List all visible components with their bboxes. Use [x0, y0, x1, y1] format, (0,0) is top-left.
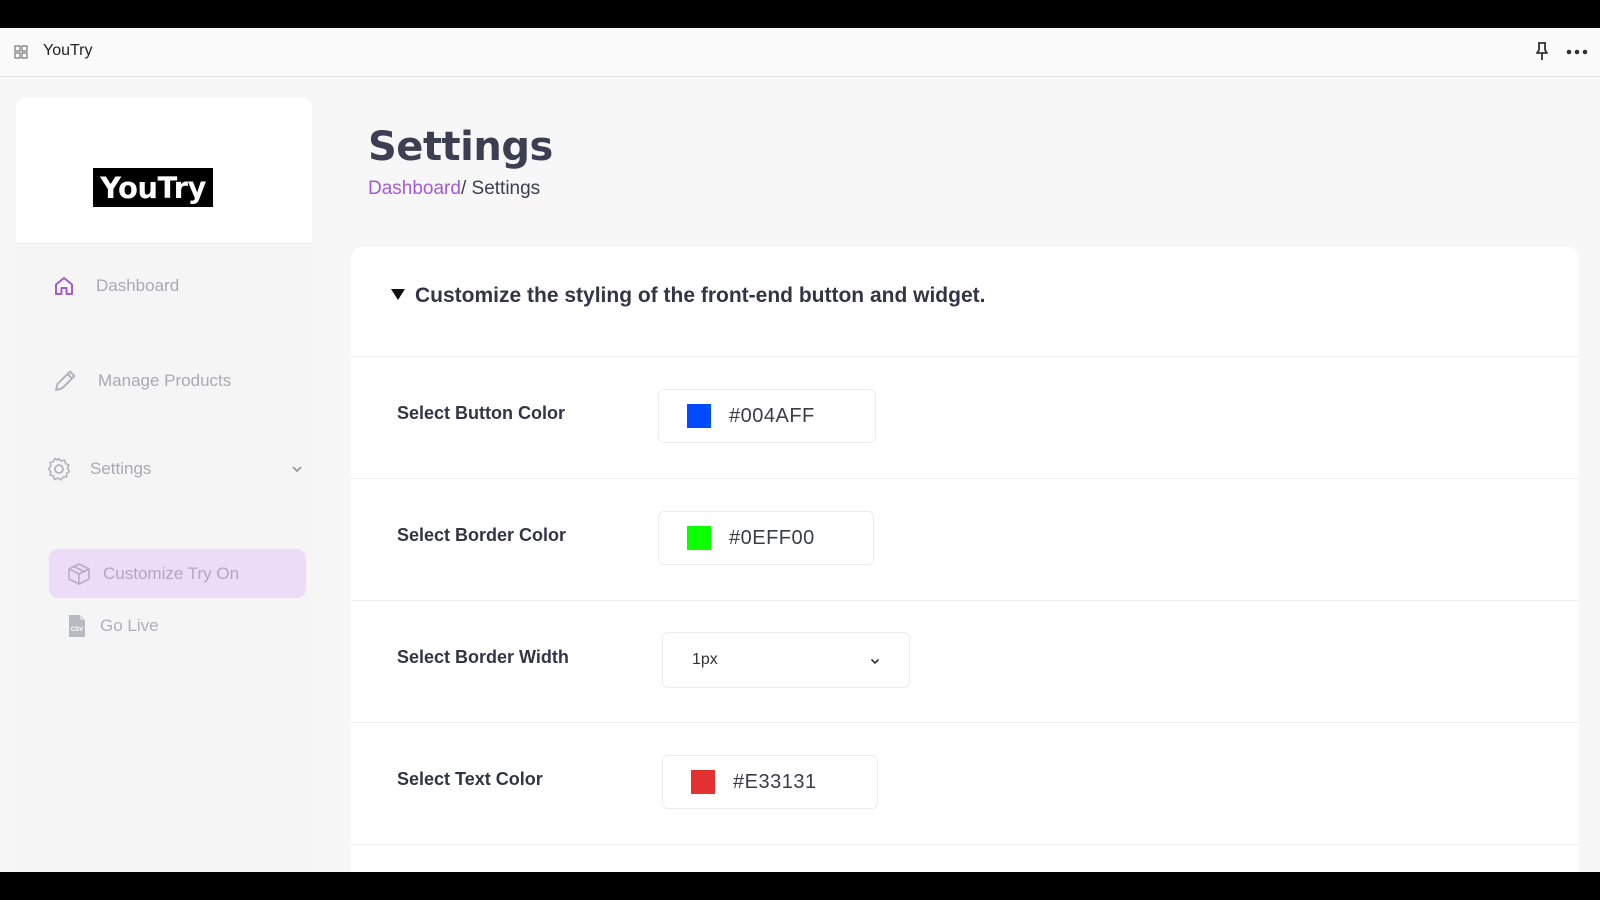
- sidebar-item-label: Manage Products: [98, 371, 232, 390]
- field-label: Select Button Color: [397, 403, 566, 423]
- sidebar-subitem-go-live[interactable]: CSV Go Live: [68, 614, 159, 638]
- sidebar-subitem-customize-try-on[interactable]: Customize Try On: [49, 549, 306, 598]
- breadcrumb-dashboard-link[interactable]: Dashboard: [368, 178, 461, 199]
- section-header[interactable]: Customize the styling of the front-end b…: [351, 247, 1579, 357]
- window-title: YouTry: [43, 42, 93, 59]
- title-bar: YouTry: [0, 28, 1600, 77]
- chevron-down-icon: [870, 658, 880, 665]
- field-label: Select Border Width: [397, 647, 569, 667]
- brand-logo[interactable]: YouTry: [93, 168, 213, 207]
- color-value: #004AFF: [729, 404, 815, 427]
- field-row-border-width: Select Border Width 1px: [351, 601, 1579, 723]
- color-swatch: [687, 526, 711, 550]
- field-row-text-color: Select Text Color #E33131: [351, 723, 1579, 845]
- video-letterbox-bottom: [0, 872, 1600, 900]
- styling-settings-card: Customize the styling of the front-end b…: [351, 247, 1579, 872]
- sidebar-item-label: Dashboard: [96, 276, 180, 295]
- gear-icon: [47, 457, 71, 481]
- color-swatch: [691, 770, 715, 794]
- more-options-icon[interactable]: [1566, 42, 1588, 62]
- field-label: Select Border Color: [397, 525, 567, 545]
- page-title: Settings: [368, 124, 553, 170]
- button-color-picker[interactable]: #004AFF: [658, 389, 876, 443]
- logo-area: YouTry: [16, 98, 312, 244]
- sidebar-item-label: Settings: [90, 459, 152, 478]
- text-color-picker[interactable]: #E33131: [662, 755, 878, 809]
- app-window: YouTry YouTry Dashboard Manage Products: [0, 28, 1600, 872]
- caret-down-icon[interactable]: [391, 289, 405, 300]
- sidebar-subitem-label: Customize Try On: [103, 563, 240, 583]
- home-icon: [55, 277, 73, 295]
- sidebar-item-dashboard[interactable]: Dashboard: [52, 274, 179, 298]
- breadcrumb-separator: /: [460, 178, 472, 199]
- field-row-button-color: Select Button Color #004AFF: [351, 357, 1579, 479]
- svg-text:CSV: CSV: [71, 627, 83, 633]
- video-letterbox-top: [0, 0, 1600, 28]
- app-grid-icon: [14, 45, 28, 59]
- pin-icon[interactable]: [1534, 41, 1550, 61]
- breadcrumb-current: Settings: [471, 178, 541, 199]
- sidebar-item-manage-products[interactable]: Manage Products: [52, 368, 231, 394]
- select-value: 1px: [692, 651, 718, 668]
- color-value: #0EFF00: [729, 526, 815, 549]
- border-width-select[interactable]: 1px: [662, 632, 910, 688]
- sidebar-subitem-label: Go Live: [100, 616, 159, 635]
- pencil-icon: [55, 370, 76, 391]
- chevron-down-icon: [292, 466, 302, 473]
- sidebar-item-settings[interactable]: Settings: [46, 456, 306, 482]
- breadcrumb: Dashboard/ Settings: [368, 178, 540, 200]
- color-swatch: [687, 404, 711, 428]
- csv-file-icon: CSV: [69, 615, 85, 637]
- border-color-picker[interactable]: #0EFF00: [658, 511, 874, 565]
- box-icon: [68, 562, 90, 585]
- field-row-border-color: Select Border Color #0EFF00: [351, 479, 1579, 601]
- color-value: #E33131: [733, 770, 817, 793]
- sidebar: YouTry Dashboard Manage Products Setting…: [16, 98, 312, 872]
- field-label: Select Text Color: [397, 769, 543, 789]
- section-title: Customize the styling of the front-end b…: [415, 284, 986, 307]
